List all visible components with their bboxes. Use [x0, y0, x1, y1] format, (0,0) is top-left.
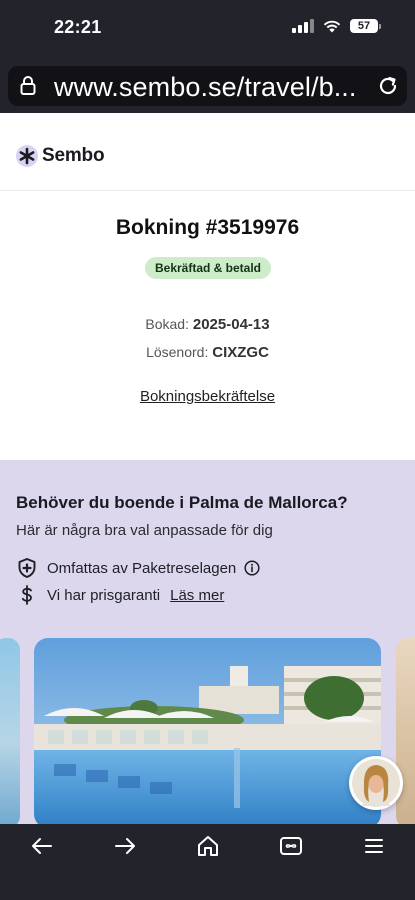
read-more-link[interactable]: Läs mer	[170, 587, 224, 604]
wifi-icon	[323, 20, 341, 33]
hotel-pool-photo	[34, 638, 381, 828]
address-bar[interactable]: www.sembo.se/travel/b...	[8, 66, 407, 106]
booked-label: Bokad:	[145, 316, 189, 332]
password-line: Lösenord: CIXZGC	[0, 344, 415, 361]
battery-level: 57	[350, 19, 378, 33]
hotel-card-next[interactable]	[396, 638, 415, 828]
status-badge: Bekräftad & betald	[145, 257, 271, 279]
menu-icon[interactable]	[361, 834, 387, 858]
hotel-card-previous[interactable]	[0, 638, 20, 828]
feature-2-text: Vi har prisgaranti	[47, 586, 161, 604]
arrow-left-icon[interactable]	[29, 834, 55, 858]
arrow-right-icon[interactable]	[112, 834, 138, 858]
confirmation-link-row: Bokningsbekräftelse	[0, 388, 415, 405]
booked-value: 2025-04-13	[192, 316, 270, 333]
password-value: CIXZGC	[212, 344, 269, 361]
booked-date-line: Bokad: 2025-04-13	[0, 316, 415, 333]
logo-text: Sembo	[42, 145, 105, 166]
sembo-logo-mark-icon	[16, 145, 38, 167]
booking-confirmation-link[interactable]: Bokningsbekräftelse	[140, 388, 275, 405]
feature-1-text: Omfattas av Paketreselagen	[47, 559, 237, 577]
promo-title: Behöver du boende i Palma de Mallorca?	[16, 493, 348, 512]
chat-avatar[interactable]	[349, 756, 403, 810]
signal-icon	[292, 19, 314, 33]
battery-icon: 57	[350, 19, 381, 33]
status-time: 22:21	[54, 17, 102, 37]
avatar-icon	[352, 759, 400, 807]
booking-card: Bokning #3519976 Bekräftad & betald Boka…	[0, 192, 415, 460]
site-header: Sembo	[0, 113, 415, 191]
reload-icon[interactable]	[377, 75, 399, 97]
status-icons: 57	[292, 19, 381, 33]
browser-toolbar	[0, 824, 415, 900]
feature-package-law: Omfattas av Paketreselagen	[16, 557, 260, 579]
dollar-icon	[21, 585, 32, 605]
url-text[interactable]: www.sembo.se/travel/b...	[54, 72, 364, 103]
promo-subtitle: Här är några bra val anpassade för dig	[16, 522, 273, 539]
booking-title: Bokning #3519976	[115, 216, 300, 239]
status-bar: 22:21 57	[0, 0, 415, 56]
tabs-icon[interactable]	[278, 834, 304, 858]
sembo-logo[interactable]: Sembo	[16, 145, 105, 167]
home-icon[interactable]	[195, 834, 221, 858]
lock-icon	[20, 76, 36, 95]
browser-chrome-top: 22:21 57 www.sembo.se/travel/b...	[0, 0, 415, 113]
shield-plus-icon	[18, 558, 36, 578]
feature-price-guarantee: Vi har prisgaranti Läs mer	[16, 584, 224, 606]
info-icon[interactable]	[244, 560, 260, 576]
hotel-card-image[interactable]	[34, 638, 381, 828]
password-label: Lösenord:	[146, 344, 209, 360]
